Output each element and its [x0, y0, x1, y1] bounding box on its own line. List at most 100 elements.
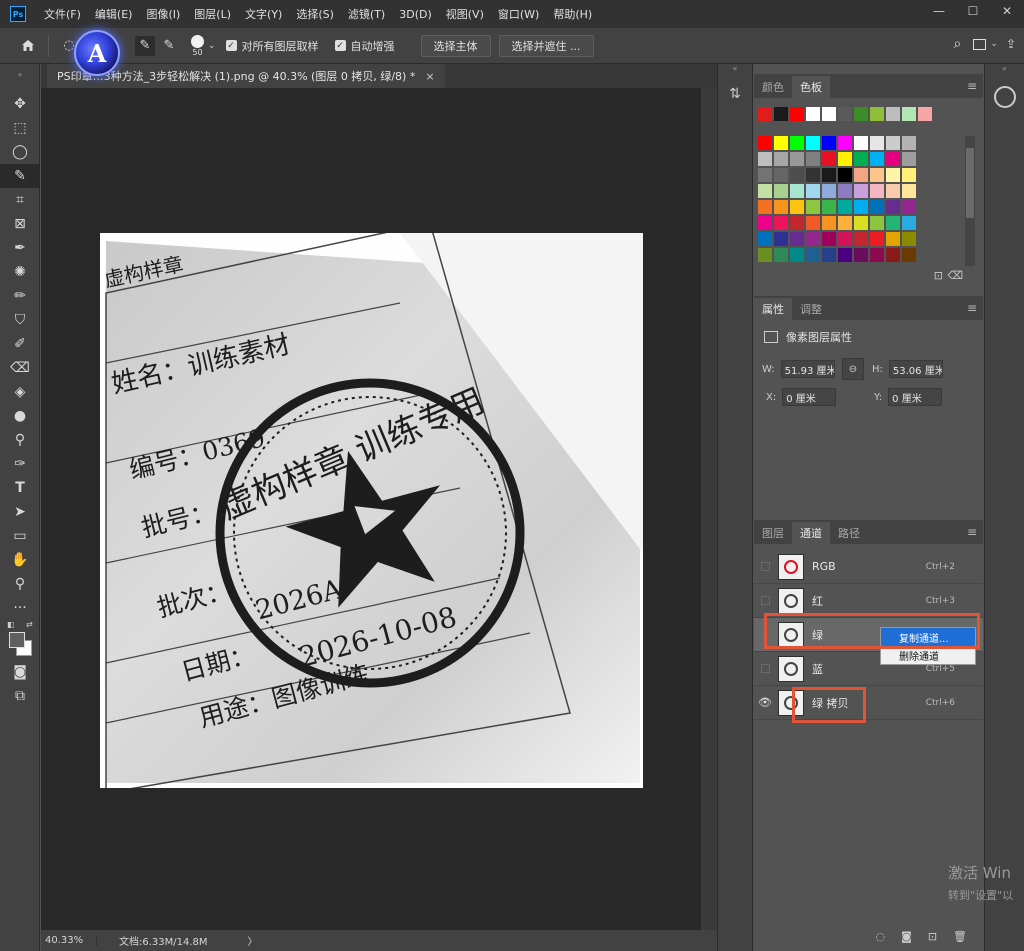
minimize-button[interactable]: — [922, 0, 956, 22]
color-swatch[interactable] [822, 136, 836, 150]
menu-window[interactable]: 窗口(W) [498, 6, 539, 22]
color-swatch[interactable] [822, 200, 836, 214]
tab-properties[interactable]: 属性 [754, 298, 792, 320]
color-swatch[interactable] [870, 216, 884, 230]
color-swatch[interactable] [806, 216, 820, 230]
close-tab-icon[interactable]: × [425, 70, 434, 83]
color-swatch[interactable] [902, 232, 916, 246]
recent-swatch[interactable] [886, 107, 900, 121]
panel-menu-icon[interactable]: ≡ [967, 301, 977, 315]
color-swatch[interactable] [790, 248, 804, 262]
chevron-down-icon[interactable]: ⌄ [208, 41, 216, 51]
color-swatch[interactable] [758, 248, 772, 262]
recent-swatch[interactable] [758, 107, 772, 121]
tab-channels[interactable]: 通道 [792, 522, 830, 544]
scroll-thumb[interactable] [966, 148, 974, 218]
auto-enhance-option[interactable]: ✓ 自动增强 [334, 38, 395, 54]
visibility-toggle[interactable] [754, 630, 776, 639]
recent-swatch[interactable] [774, 107, 788, 121]
eyedropper-tool-icon[interactable]: ✒ [0, 236, 40, 260]
frame-tool-icon[interactable]: ⊠ [0, 212, 40, 236]
color-swatch[interactable] [838, 232, 852, 246]
color-swatch[interactable] [806, 232, 820, 246]
color-swatch[interactable] [758, 200, 772, 214]
color-swatch[interactable] [806, 136, 820, 150]
new-swatch-icon[interactable]: ⊡ [934, 269, 943, 282]
duplicate-channel-menu-item[interactable]: 复制通道... [881, 628, 975, 646]
menu-select[interactable]: 选择(S) [296, 6, 334, 22]
recent-swatch[interactable] [902, 107, 916, 121]
color-swatch[interactable] [838, 136, 852, 150]
color-swatch[interactable] [870, 248, 884, 262]
color-swatch[interactable] [854, 248, 868, 262]
tab-adjustments[interactable]: 调整 [792, 298, 830, 320]
channel-row-green-copy[interactable]: 👁 绿 拷贝 Ctrl+6 [754, 686, 983, 720]
color-swatch[interactable] [790, 168, 804, 182]
color-swatch[interactable] [806, 248, 820, 262]
color-swatch[interactable] [854, 232, 868, 246]
hand-tool-icon[interactable]: ✋ [0, 548, 40, 572]
color-swatch[interactable] [774, 248, 788, 262]
color-swatch[interactable] [870, 136, 884, 150]
marquee-tool-icon[interactable]: ⬚ [0, 116, 40, 140]
chevron-down-icon[interactable]: ⌄ [990, 39, 998, 49]
color-swatch[interactable] [854, 216, 868, 230]
color-swatch[interactable] [774, 200, 788, 214]
color-swatch[interactable] [886, 152, 900, 166]
collapse-icon[interactable]: « [718, 64, 752, 76]
menu-layer[interactable]: 图层(L) [194, 6, 231, 22]
recent-swatch[interactable] [870, 107, 884, 121]
visibility-toggle[interactable] [754, 596, 776, 605]
color-swatch[interactable] [806, 152, 820, 166]
recent-swatch[interactable] [822, 107, 836, 121]
color-swatch[interactable] [870, 232, 884, 246]
color-swatch[interactable] [838, 200, 852, 214]
quick-select-subtract-icon[interactable]: ✎ [159, 36, 179, 56]
color-swatch[interactable] [870, 168, 884, 182]
color-swatch[interactable] [790, 136, 804, 150]
eye-icon[interactable]: 👁 [754, 696, 776, 709]
color-swatch[interactable] [838, 248, 852, 262]
tab-color[interactable]: 颜色 [754, 76, 792, 98]
delete-swatch-icon[interactable]: ⌫ [947, 269, 963, 282]
zoom-tool-icon[interactable]: ⚲ [0, 572, 40, 596]
menu-filter[interactable]: 滤镜(T) [348, 6, 385, 22]
color-swatch[interactable] [838, 184, 852, 198]
delete-channel-menu-item[interactable]: 删除通道 [881, 646, 975, 664]
channel-row-rgb[interactable]: RGB Ctrl+2 [754, 550, 983, 584]
color-swatch[interactable] [886, 136, 900, 150]
creative-cloud-icon[interactable] [993, 86, 1016, 108]
color-swatch[interactable] [790, 200, 804, 214]
pen-tool-icon[interactable]: ✑ [0, 452, 40, 476]
checkbox-icon[interactable]: ✓ [334, 40, 346, 51]
color-swatch[interactable] [886, 232, 900, 246]
color-swatch[interactable] [854, 152, 868, 166]
quick-selection-tool-icon[interactable]: ✎ [0, 164, 40, 188]
menu-view[interactable]: 视图(V) [446, 6, 484, 22]
color-swatch[interactable] [854, 136, 868, 150]
home-icon[interactable] [18, 36, 38, 56]
panel-menu-icon[interactable]: ≡ [967, 525, 977, 539]
color-swatch[interactable] [902, 152, 916, 166]
height-input[interactable]: 53.06 厘米 [888, 360, 943, 378]
spot-healing-tool-icon[interactable]: ✺ [0, 260, 40, 284]
color-swatch[interactable] [822, 152, 836, 166]
color-swatch[interactable] [902, 184, 916, 198]
paint-bucket-tool-icon[interactable]: ◈ [0, 380, 40, 404]
new-channel-icon[interactable]: ⊡ [928, 930, 937, 943]
share-icon[interactable]: ⇪ [1006, 37, 1016, 51]
color-swatch[interactable] [902, 248, 916, 262]
color-swatch[interactable] [854, 200, 868, 214]
lasso-tool-icon[interactable]: ◯ [0, 140, 40, 164]
recent-swatch[interactable] [790, 107, 804, 121]
color-swatch[interactable] [774, 152, 788, 166]
recent-swatch[interactable] [838, 107, 852, 121]
collapse-icon[interactable]: « [985, 64, 1024, 76]
collapse-icon[interactable]: » [0, 68, 40, 80]
color-swatch[interactable] [758, 136, 772, 150]
color-swatch[interactable] [838, 216, 852, 230]
color-swatch[interactable] [790, 184, 804, 198]
color-swatch[interactable] [774, 232, 788, 246]
delete-channel-icon[interactable]: 🗑 [953, 930, 967, 943]
select-and-mask-button[interactable]: 选择并遮住 ... [498, 34, 594, 57]
